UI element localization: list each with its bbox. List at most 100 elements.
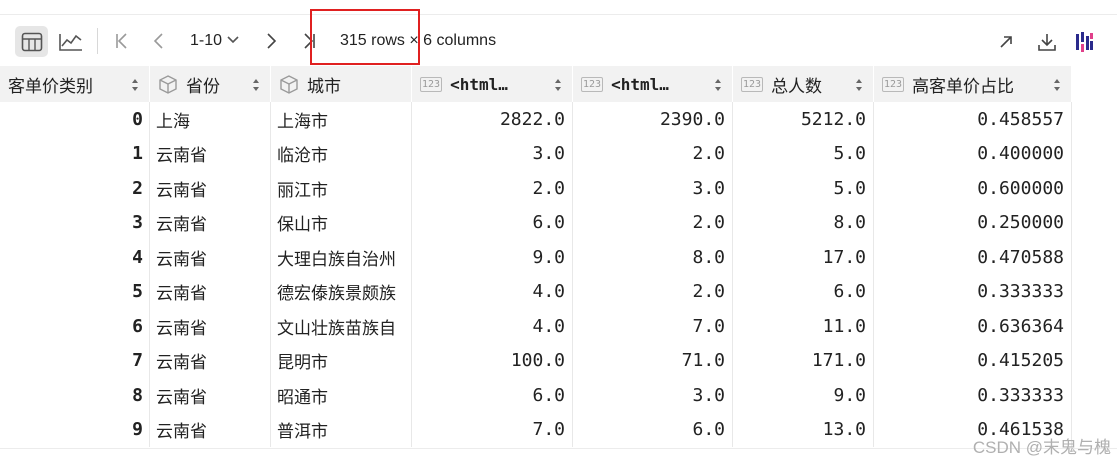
column-header-label: 城市 [307, 76, 341, 96]
ratio-cell: 0.600000 [874, 171, 1072, 206]
province-column-header[interactable]: 省份 [150, 66, 271, 102]
table-row[interactable]: 4 云南省 大理白族自治州 9.0 8.0 17.0 0.470588 [0, 240, 1072, 275]
chevron-down-icon [226, 32, 240, 50]
ratio-cell: 0.470588 [874, 240, 1072, 275]
ratio-cell: 0.333333 [874, 274, 1072, 309]
ratio-cell: 0.400000 [874, 136, 1072, 171]
table-row[interactable]: 1 云南省 临沧市 3.0 2.0 5.0 0.400000 [0, 136, 1072, 171]
table-header-row: 客单价类别 省份 城市 123 <html… 123 <html… 123 总人… [0, 66, 1072, 102]
value-cell: 2822.0 [412, 102, 573, 137]
value-cell: 7.0 [573, 309, 733, 344]
city-cell: 保山市 [271, 205, 412, 240]
row-index-cell: 3 [0, 205, 150, 240]
total-cell: 171.0 [733, 343, 874, 378]
value-cell: 3.0 [573, 171, 733, 206]
sort-icon[interactable] [714, 77, 722, 97]
value-cell: 7.0 [412, 412, 573, 447]
value-cell: 6.0 [573, 412, 733, 447]
table-row[interactable]: 3 云南省 保山市 6.0 2.0 8.0 0.250000 [0, 205, 1072, 240]
data-profile-button[interactable] [1072, 29, 1096, 55]
total-cell: 13.0 [733, 412, 874, 447]
value-cell: 2.0 [573, 205, 733, 240]
value-cell: 9.0 [412, 240, 573, 275]
total-column-header[interactable]: 123 总人数 [733, 66, 874, 102]
value-cell: 8.0 [573, 240, 733, 275]
table-row[interactable]: 7 云南省 昆明市 100.0 71.0 171.0 0.415205 [0, 343, 1072, 378]
city-cell: 昭通市 [271, 378, 412, 413]
province-cell: 云南省 [150, 205, 271, 240]
first-page-button[interactable] [110, 28, 134, 54]
expand-button[interactable] [994, 30, 1018, 54]
chevron-left-icon [153, 32, 165, 50]
total-cell: 8.0 [733, 205, 874, 240]
watermark: CSDN @末鬼与槐 [972, 438, 1111, 457]
value-cell: 6.0 [412, 205, 573, 240]
value-cell: 3.0 [573, 378, 733, 413]
column-header-label: 高客单价占比 [912, 76, 1015, 96]
next-page-button[interactable] [261, 28, 281, 54]
sort-icon[interactable] [554, 77, 562, 97]
table-view-button[interactable] [15, 26, 48, 57]
column-header-label: 总人数 [771, 76, 823, 96]
ratio-cell: 0.333333 [874, 378, 1072, 413]
total-cell: 9.0 [733, 378, 874, 413]
column-header-label: <html… [611, 74, 669, 94]
city-cell: 上海市 [271, 102, 412, 137]
cube-icon [279, 74, 299, 94]
chart-view-button[interactable] [56, 26, 86, 57]
ratio-cell: 0.636364 [874, 309, 1072, 344]
sort-icon[interactable] [252, 77, 260, 97]
table-row[interactable]: 5 云南省 德宏傣族景颇族 4.0 2.0 6.0 0.333333 [0, 274, 1072, 309]
column-header-label: 省份 [186, 76, 220, 96]
table-row[interactable]: 8 云南省 昭通市 6.0 3.0 9.0 0.333333 [0, 378, 1072, 413]
page-range-label: 1-10 [190, 32, 223, 49]
total-cell: 17.0 [733, 240, 874, 275]
previous-page-button[interactable] [149, 28, 169, 54]
sort-icon[interactable] [131, 77, 139, 97]
page-range-select[interactable]: 1-10 [190, 32, 240, 50]
download-icon [1037, 32, 1057, 52]
province-cell: 云南省 [150, 240, 271, 275]
download-button[interactable] [1034, 29, 1060, 55]
ratio-cell: 0.458557 [874, 102, 1072, 137]
table-row[interactable]: 6 云南省 文山壮族苗族自 4.0 7.0 11.0 0.636364 [0, 309, 1072, 344]
table-toolbar: 1-10 315 rows × 6 columns [0, 9, 1117, 66]
value-cell: 4.0 [412, 309, 573, 344]
numeric-column-header-1[interactable]: 123 <html… [412, 66, 573, 102]
value-cell: 2.0 [573, 274, 733, 309]
row-index-cell: 0 [0, 102, 150, 137]
table-row[interactable]: 0 上海 上海市 2822.0 2390.0 5212.0 0.458557 [0, 102, 1072, 137]
value-cell: 2.0 [573, 136, 733, 171]
value-cell: 71.0 [573, 343, 733, 378]
row-index-cell: 6 [0, 309, 150, 344]
ratio-cell: 0.415205 [874, 343, 1072, 378]
table-row[interactable]: 9 云南省 普洱市 7.0 6.0 13.0 0.461538 [0, 412, 1072, 447]
toolbar-divider [97, 28, 98, 54]
chevron-right-icon [265, 32, 277, 50]
index-column-header[interactable]: 客单价类别 [0, 66, 150, 102]
total-cell: 5.0 [733, 171, 874, 206]
value-cell: 2390.0 [573, 102, 733, 137]
value-cell: 100.0 [412, 343, 573, 378]
row-index-cell: 5 [0, 274, 150, 309]
city-cell: 昆明市 [271, 343, 412, 378]
ratio-cell: 0.250000 [874, 205, 1072, 240]
province-cell: 云南省 [150, 171, 271, 206]
numeric-type-icon: 123 [581, 76, 604, 92]
numeric-type-icon: 123 [882, 76, 905, 92]
row-index-cell: 1 [0, 136, 150, 171]
province-cell: 云南省 [150, 378, 271, 413]
city-column-header[interactable]: 城市 [271, 66, 412, 102]
ratio-column-header[interactable]: 123 高客单价占比 [874, 66, 1072, 102]
total-cell: 5.0 [733, 136, 874, 171]
sort-icon[interactable] [1053, 77, 1061, 97]
total-cell: 5212.0 [733, 102, 874, 137]
data-profile-icon [1074, 31, 1094, 53]
table-row[interactable]: 2 云南省 丽江市 2.0 3.0 5.0 0.600000 [0, 171, 1072, 206]
province-cell: 云南省 [150, 136, 271, 171]
province-cell: 上海 [150, 102, 271, 137]
sort-icon[interactable] [855, 77, 863, 97]
city-cell: 丽江市 [271, 171, 412, 206]
row-index-cell: 4 [0, 240, 150, 275]
numeric-column-header-2[interactable]: 123 <html… [573, 66, 733, 102]
